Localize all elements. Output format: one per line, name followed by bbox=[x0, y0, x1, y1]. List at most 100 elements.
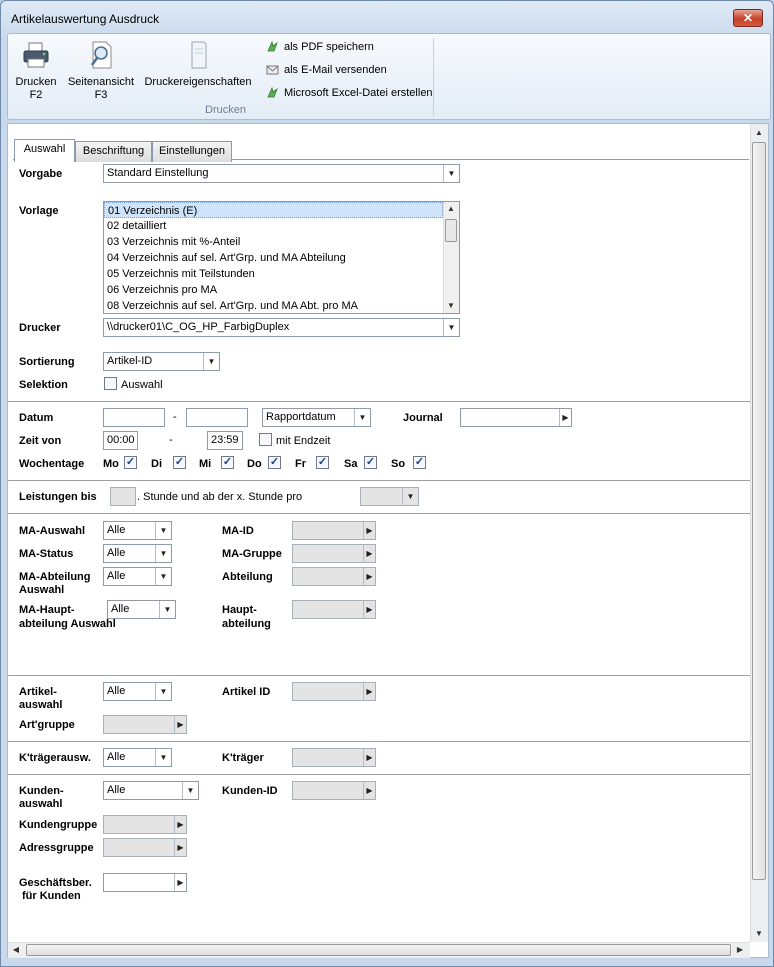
chevron-right-icon[interactable]: ▶ bbox=[363, 522, 375, 539]
chevron-down-icon[interactable]: ▼ bbox=[354, 409, 370, 426]
ma-id-picker[interactable]: ▶ bbox=[292, 521, 376, 540]
checkbox-di[interactable]: ✓ bbox=[173, 456, 186, 469]
chevron-down-icon[interactable]: ▼ bbox=[182, 782, 198, 799]
journal-picker[interactable]: ▶ bbox=[460, 408, 572, 427]
ma-status-value: Alle bbox=[107, 547, 126, 559]
chevron-right-icon[interactable]: ▶ bbox=[174, 839, 186, 856]
chevron-right-icon[interactable]: ▶ bbox=[174, 716, 186, 733]
zeit-von-input[interactable]: 00:00 bbox=[103, 431, 138, 450]
scroll-left-icon[interactable]: ◀ bbox=[10, 945, 22, 954]
ktraeger-auswahl-dropdown[interactable]: Alle ▼ bbox=[103, 748, 172, 767]
save-pdf-button[interactable]: als PDF speichern bbox=[266, 40, 374, 53]
chevron-down-icon[interactable]: ▼ bbox=[203, 353, 219, 370]
chevron-down-icon[interactable]: ▼ bbox=[155, 545, 171, 562]
vorlage-scroll-thumb[interactable] bbox=[445, 219, 457, 242]
scroll-right-icon[interactable]: ▶ bbox=[734, 945, 746, 954]
list-item[interactable]: 02 detailliert bbox=[104, 218, 459, 234]
create-excel-button[interactable]: Microsoft Excel-Datei erstellen bbox=[266, 86, 433, 99]
kundengruppe-picker[interactable]: ▶ bbox=[103, 815, 187, 834]
drucker-label: Drucker bbox=[19, 322, 61, 334]
chevron-down-icon[interactable]: ▼ bbox=[402, 488, 418, 505]
vorlage-label: Vorlage bbox=[19, 205, 59, 217]
wochentage-label: Wochentage bbox=[19, 458, 85, 470]
mit-endzeit-checkbox[interactable] bbox=[259, 433, 272, 446]
drucker-dropdown[interactable]: \\drucker01\C_OG_HP_FarbigDuplex ▼ bbox=[103, 318, 460, 337]
chevron-right-icon[interactable]: ▶ bbox=[363, 568, 375, 585]
leistungen-pro-dropdown[interactable]: ▼ bbox=[360, 487, 419, 506]
artikel-auswahl-dropdown[interactable]: Alle ▼ bbox=[103, 682, 172, 701]
scroll-down-icon[interactable]: ▼ bbox=[444, 301, 458, 310]
ma-status-dropdown[interactable]: Alle ▼ bbox=[103, 544, 172, 563]
leistungen-stunde-input[interactable] bbox=[110, 487, 136, 506]
chevron-right-icon[interactable]: ▶ bbox=[363, 601, 375, 618]
chevron-right-icon[interactable]: ▶ bbox=[559, 409, 571, 426]
chevron-right-icon[interactable]: ▶ bbox=[363, 782, 375, 799]
chevron-right-icon[interactable]: ▶ bbox=[363, 683, 375, 700]
tab-beschriftung[interactable]: Beschriftung bbox=[75, 141, 152, 162]
horizontal-scroll-thumb[interactable] bbox=[26, 944, 731, 956]
ma-abteilung-value: Alle bbox=[107, 570, 126, 582]
tab-auswahl[interactable]: Auswahl bbox=[14, 139, 75, 162]
chevron-down-icon[interactable]: ▼ bbox=[443, 165, 459, 182]
vertical-scroll-thumb[interactable] bbox=[752, 142, 766, 880]
artikel-id-picker[interactable]: ▶ bbox=[292, 682, 376, 701]
abteilung-picker[interactable]: ▶ bbox=[292, 567, 376, 586]
artikel-auswahl-label-2: auswahl bbox=[19, 699, 63, 711]
list-item[interactable]: 01 Verzeichnis (E) bbox=[104, 202, 443, 218]
checkbox-do[interactable]: ✓ bbox=[268, 456, 281, 469]
chevron-right-icon[interactable]: ▶ bbox=[174, 816, 186, 833]
chevron-down-icon[interactable]: ▼ bbox=[155, 683, 171, 700]
print-button[interactable]: Drucken F2 bbox=[12, 40, 60, 102]
geschaeftsbereich-picker[interactable]: ▶ bbox=[103, 873, 187, 892]
checkbox-sa[interactable]: ✓ bbox=[364, 456, 377, 469]
close-button[interactable]: ✕ bbox=[733, 9, 763, 27]
ma-gruppe-label: MA-Gruppe bbox=[222, 548, 282, 560]
artgruppe-picker[interactable]: ▶ bbox=[103, 715, 187, 734]
scroll-down-icon[interactable]: ▼ bbox=[752, 929, 766, 938]
auswahl-checkbox[interactable] bbox=[104, 377, 117, 390]
ma-haupt-dropdown[interactable]: Alle ▼ bbox=[107, 600, 176, 619]
kunden-id-picker[interactable]: ▶ bbox=[292, 781, 376, 800]
ktraeger-picker[interactable]: ▶ bbox=[292, 748, 376, 767]
checkbox-fr[interactable]: ✓ bbox=[316, 456, 329, 469]
checkbox-mo[interactable]: ✓ bbox=[124, 456, 137, 469]
chevron-down-icon[interactable]: ▼ bbox=[155, 749, 171, 766]
ma-abteilung-dropdown[interactable]: Alle ▼ bbox=[103, 567, 172, 586]
scroll-up-icon[interactable]: ▲ bbox=[752, 128, 766, 137]
datum-type-dropdown[interactable]: Rapportdatum ▼ bbox=[262, 408, 371, 427]
adressgruppe-picker[interactable]: ▶ bbox=[103, 838, 187, 857]
send-email-button[interactable]: als E-Mail versenden bbox=[266, 63, 387, 76]
artikel-auswahl-value: Alle bbox=[107, 685, 126, 697]
list-item[interactable]: 04 Verzeichnis auf sel. Art'Grp. und MA … bbox=[104, 250, 459, 266]
ma-gruppe-picker[interactable]: ▶ bbox=[292, 544, 376, 563]
chevron-right-icon[interactable]: ▶ bbox=[363, 749, 375, 766]
list-item[interactable]: 03 Verzeichnis mit %-Anteil bbox=[104, 234, 459, 250]
zeit-bis-input[interactable]: 23:59 bbox=[207, 431, 243, 450]
list-item[interactable]: 05 Verzeichnis mit Teilstunden bbox=[104, 266, 459, 282]
hauptabteilung-picker[interactable]: ▶ bbox=[292, 600, 376, 619]
chevron-down-icon[interactable]: ▼ bbox=[155, 522, 171, 539]
datum-von-input[interactable] bbox=[103, 408, 165, 427]
chevron-down-icon[interactable]: ▼ bbox=[155, 568, 171, 585]
kunden-id-label: Kunden-ID bbox=[222, 785, 278, 797]
abteilung-label: Abteilung bbox=[222, 571, 273, 583]
tab-einstellungen[interactable]: Einstellungen bbox=[152, 141, 232, 162]
chevron-down-icon[interactable]: ▼ bbox=[159, 601, 175, 618]
ribbon-group-separator bbox=[433, 38, 434, 116]
list-item[interactable]: 08 Verzeichnis auf sel. Art'Grp. und MA … bbox=[104, 298, 459, 314]
chevron-right-icon[interactable]: ▶ bbox=[174, 874, 186, 891]
chevron-down-icon[interactable]: ▼ bbox=[443, 319, 459, 336]
datum-bis-input[interactable] bbox=[186, 408, 248, 427]
chevron-right-icon[interactable]: ▶ bbox=[363, 545, 375, 562]
vorgabe-dropdown[interactable]: Standard Einstellung ▼ bbox=[103, 164, 460, 183]
preview-button[interactable]: Seitenansicht F3 bbox=[65, 40, 137, 102]
kunden-auswahl-dropdown[interactable]: Alle ▼ bbox=[103, 781, 199, 800]
ma-auswahl-dropdown[interactable]: Alle ▼ bbox=[103, 521, 172, 540]
vorlage-listbox[interactable]: 01 Verzeichnis (E) 02 detailliert 03 Ver… bbox=[103, 201, 460, 314]
list-item[interactable]: 06 Verzeichnis pro MA bbox=[104, 282, 459, 298]
sortierung-dropdown[interactable]: Artikel-ID ▼ bbox=[103, 352, 220, 371]
checkbox-so[interactable]: ✓ bbox=[413, 456, 426, 469]
checkbox-mi[interactable]: ✓ bbox=[221, 456, 234, 469]
printer-properties-button[interactable]: Druckereigenschaften bbox=[142, 40, 254, 89]
scroll-up-icon[interactable]: ▲ bbox=[444, 204, 458, 213]
